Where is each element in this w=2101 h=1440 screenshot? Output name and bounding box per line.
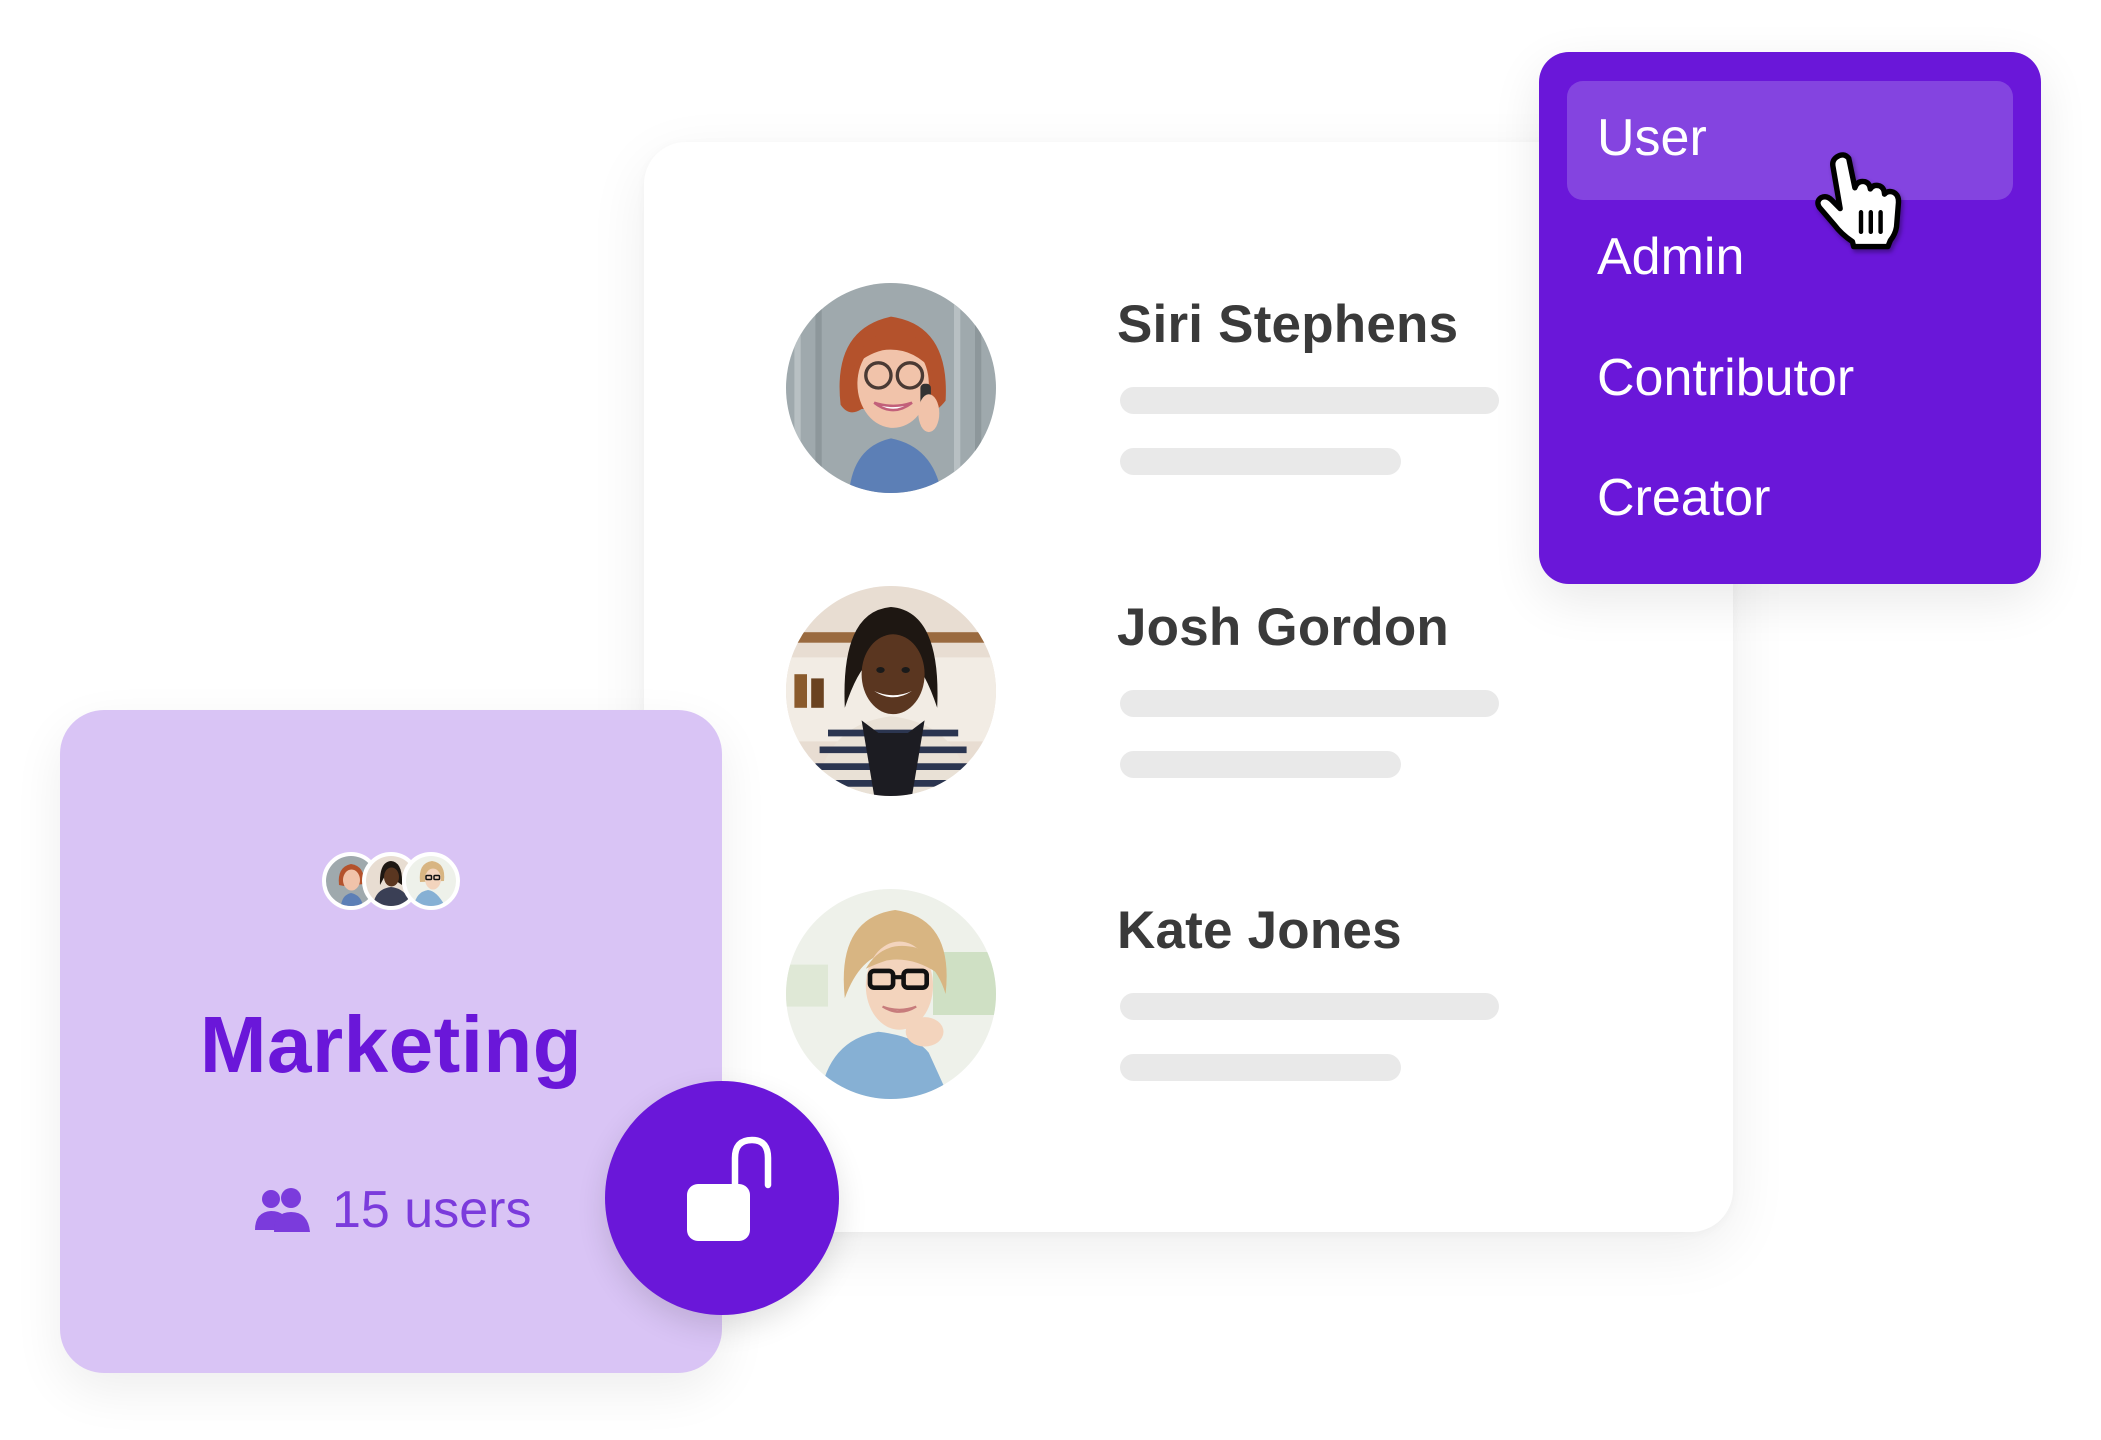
- role-option-admin[interactable]: Admin: [1567, 200, 2013, 319]
- group-user-count: 15 users: [254, 1180, 531, 1240]
- avatar-siri: [786, 283, 996, 493]
- user-name: Josh Gordon: [1117, 598, 1449, 657]
- role-option-label: Contributor: [1597, 349, 1855, 407]
- user-name: Siri Stephens: [1117, 295, 1459, 354]
- role-option-user[interactable]: User: [1567, 81, 2013, 200]
- role-option-creator[interactable]: Creator: [1567, 441, 2013, 560]
- avatar-siri-image: [786, 283, 996, 493]
- group-title: Marketing: [199, 1000, 583, 1089]
- role-option-contributor[interactable]: Contributor: [1567, 321, 2013, 440]
- placeholder-line: [1120, 1054, 1401, 1081]
- placeholder-line: [1120, 387, 1499, 414]
- pointer-hand-icon: [1815, 152, 1902, 250]
- placeholder-line: [1120, 993, 1499, 1020]
- user-name: Kate Jones: [1117, 901, 1402, 960]
- avatar-kate: [402, 852, 460, 910]
- avatar-kate: [786, 889, 996, 1099]
- user-count-label: 15 users: [332, 1181, 532, 1239]
- avatar-josh-image: [786, 586, 996, 796]
- group-member-avatars: [322, 852, 462, 910]
- lock-toggle-button[interactable]: [605, 1081, 839, 1315]
- role-option-label: Admin: [1597, 228, 1745, 286]
- permissions-illustration: Siri Stephens Josh Gordon Kate Jones Use…: [0, 0, 2101, 1440]
- placeholder-line: [1120, 690, 1499, 717]
- user-row[interactable]: Josh Gordon: [644, 586, 1733, 886]
- role-dropdown-menu: User Admin Contributor Creator: [1539, 52, 2041, 584]
- avatar-josh: [786, 586, 996, 796]
- avatar-kate-image: [406, 856, 456, 906]
- unlocked-padlock-icon: [687, 1136, 772, 1241]
- placeholder-line: [1120, 448, 1401, 475]
- users-icon: [255, 1188, 310, 1232]
- role-option-label: Creator: [1597, 469, 1771, 527]
- role-option-label: User: [1597, 109, 1707, 167]
- placeholder-line: [1120, 751, 1401, 778]
- avatar-kate-image: [786, 889, 996, 1099]
